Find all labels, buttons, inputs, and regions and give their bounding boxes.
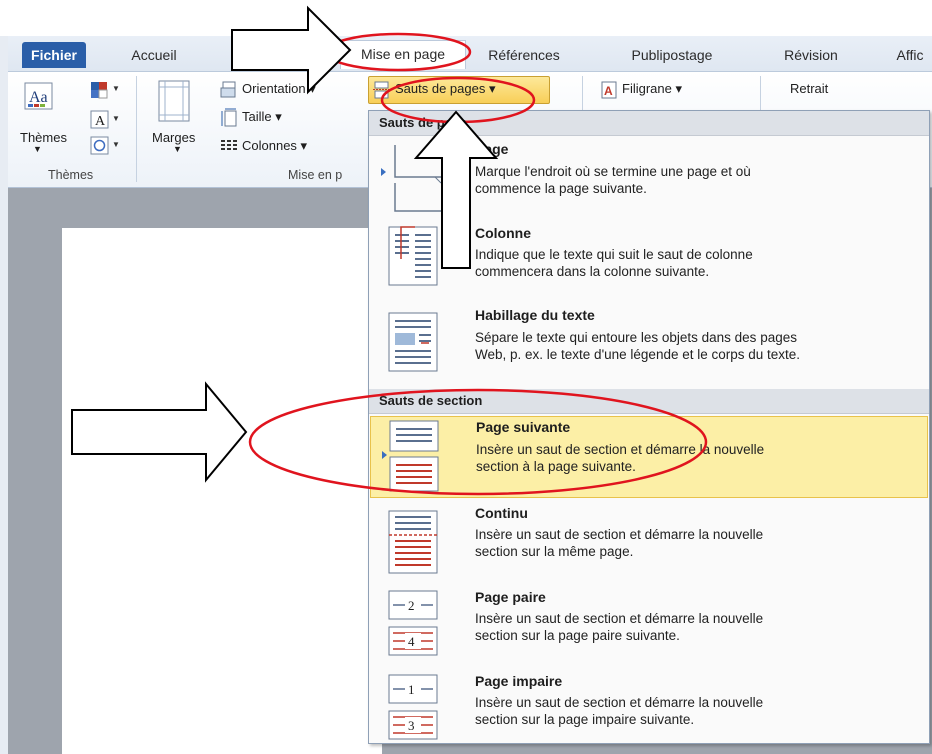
page-breaks-header: Sauts de page: [369, 111, 929, 136]
odd-page-desc-line2: section sur la page impaire suivante.: [475, 712, 695, 727]
odd-page-title: Page impaire: [475, 673, 563, 689]
svg-text:A: A: [95, 114, 106, 129]
orientation-button[interactable]: Orientation ▾: [242, 81, 316, 97]
svg-text:▼: ▼: [112, 114, 120, 123]
theme-effects-icon[interactable]: ▼: [88, 136, 124, 161]
size-icon[interactable]: [220, 108, 238, 131]
group-separator: [136, 76, 137, 182]
text-wrapping-title: Habillage du texte: [475, 307, 595, 323]
next-page-icon: [388, 419, 448, 498]
breaks-dropdown-menu: Sauts de page Page Marque l'endroit où s…: [368, 110, 930, 744]
column-break-icon: [387, 221, 447, 294]
menu-item-even-page[interactable]: 24 Page paire Insère un saut de section …: [369, 585, 929, 665]
tab-view[interactable]: Affic: [888, 42, 932, 68]
page-breaks-header-text: Sauts de page: [379, 115, 468, 130]
tab-file[interactable]: Fichier: [22, 42, 86, 68]
column-break-desc-line1: Indique que le texte qui suit le saut de…: [475, 247, 753, 262]
theme-colors-icon[interactable]: ▼: [88, 80, 124, 105]
tab-review[interactable]: Révision: [778, 42, 844, 68]
tab-home[interactable]: Accueil: [124, 42, 184, 68]
group-separator: [582, 76, 583, 112]
menu-item-next-page[interactable]: Page suivante Insère un saut de section …: [370, 416, 928, 498]
menu-item-page-break[interactable]: Page Marque l'endroit où se termine une …: [369, 137, 929, 217]
page-setup-group-label: Mise en p: [288, 168, 343, 182]
item-bullet: [381, 168, 386, 176]
page-break-desc-line1: Marque l'endroit où se termine une page …: [475, 164, 751, 179]
page-break-title: Page: [475, 141, 509, 157]
tab-mailings[interactable]: Publipostage: [620, 42, 724, 68]
even-page-desc-line1: Insère un saut de section et démarre la …: [475, 611, 764, 626]
tab-references[interactable]: Références: [476, 42, 572, 68]
columns-button[interactable]: Colonnes ▾: [242, 138, 307, 154]
text-wrapping-desc-line1: Sépare le texte qui entoure les objets d…: [475, 330, 797, 345]
group-separator: [760, 76, 761, 112]
tab-page-layout[interactable]: Mise en page: [340, 40, 466, 69]
menu-item-column-break[interactable]: Colonne Indique que le texte qui suit le…: [369, 219, 929, 299]
column-break-desc-line2: commencera dans la colonne suivante.: [475, 264, 710, 279]
section-breaks-header: Sauts de section: [369, 389, 929, 414]
next-page-desc-line2: section à la page suivante.: [476, 459, 636, 474]
word-window: Fichier Accueil Mise en page Références …: [0, 0, 932, 754]
page-break-desc-line2: commence la page suivante.: [475, 181, 647, 196]
document-page[interactable]: [62, 228, 382, 754]
section-breaks-header-text: Sauts de section: [379, 393, 483, 408]
menu-item-odd-page[interactable]: 13 Page impaire Insère un saut de sectio…: [369, 669, 929, 749]
even-page-title: Page paire: [475, 589, 546, 605]
continuous-icon: [387, 509, 447, 582]
page-breaks-icon: [373, 81, 391, 102]
svg-text:▼: ▼: [112, 140, 120, 149]
orientation-icon[interactable]: [220, 80, 238, 101]
top-strip: [0, 0, 932, 36]
margins-dropdown-arrow[interactable]: ▼: [173, 144, 182, 154]
menu-item-text-wrapping[interactable]: Habillage du texte Sépare le texte qui e…: [369, 303, 929, 385]
odd-page-icon: 13: [387, 673, 447, 746]
odd-page-icon-num1: 1: [408, 682, 415, 697]
continuous-desc-line2: section sur la même page.: [475, 544, 634, 559]
watermark-icon[interactable]: A: [600, 81, 618, 102]
odd-page-icon-num2: 3: [408, 718, 415, 733]
breaks-button-label[interactable]: Sauts de pages ▾: [395, 81, 495, 97]
svg-text:Aa: Aa: [29, 89, 48, 106]
themes-button-label[interactable]: Thèmes: [20, 130, 67, 145]
item-bullet: [382, 451, 387, 459]
svg-text:A: A: [604, 84, 613, 98]
themes-dropdown-arrow[interactable]: ▼: [33, 144, 42, 154]
themes-icon[interactable]: Aa: [24, 82, 54, 115]
text-wrapping-icon: [387, 307, 447, 380]
even-page-icon-num2: 4: [408, 634, 415, 649]
watermark-button[interactable]: Filigrane ▾: [622, 81, 682, 97]
odd-page-desc-line1: Insère un saut de section et démarre la …: [475, 695, 764, 710]
left-edge: [0, 36, 8, 754]
next-page-title: Page suivante: [476, 419, 571, 435]
svg-text:▼: ▼: [112, 84, 120, 93]
theme-fonts-icon[interactable]: A ▼: [88, 110, 124, 135]
columns-icon[interactable]: [220, 138, 238, 157]
ribbon-tab-bar: Fichier Accueil Mise en page Références …: [8, 36, 932, 72]
next-page-desc-line1: Insère un saut de section et démarre la …: [476, 442, 765, 457]
margins-button-label[interactable]: Marges: [152, 130, 195, 145]
continuous-desc-line1: Insère un saut de section et démarre la …: [475, 527, 764, 542]
even-page-desc-line2: section sur la page paire suivante.: [475, 628, 680, 643]
size-button[interactable]: Taille ▾: [242, 109, 282, 125]
page-break-icon: [391, 143, 451, 216]
column-break-title: Colonne: [475, 225, 531, 241]
themes-group-label: Thèmes: [48, 168, 94, 182]
even-page-icon: 24: [387, 589, 447, 662]
even-page-icon-num1: 2: [408, 598, 415, 613]
indent-label: Retrait: [790, 81, 829, 96]
continuous-title: Continu: [475, 505, 528, 521]
text-wrapping-desc-line2: Web, p. ex. le texte d'une légende et le…: [475, 347, 801, 362]
menu-item-continuous[interactable]: Continu Insère un saut de section et dém…: [369, 501, 929, 581]
margins-icon[interactable]: [158, 80, 192, 127]
